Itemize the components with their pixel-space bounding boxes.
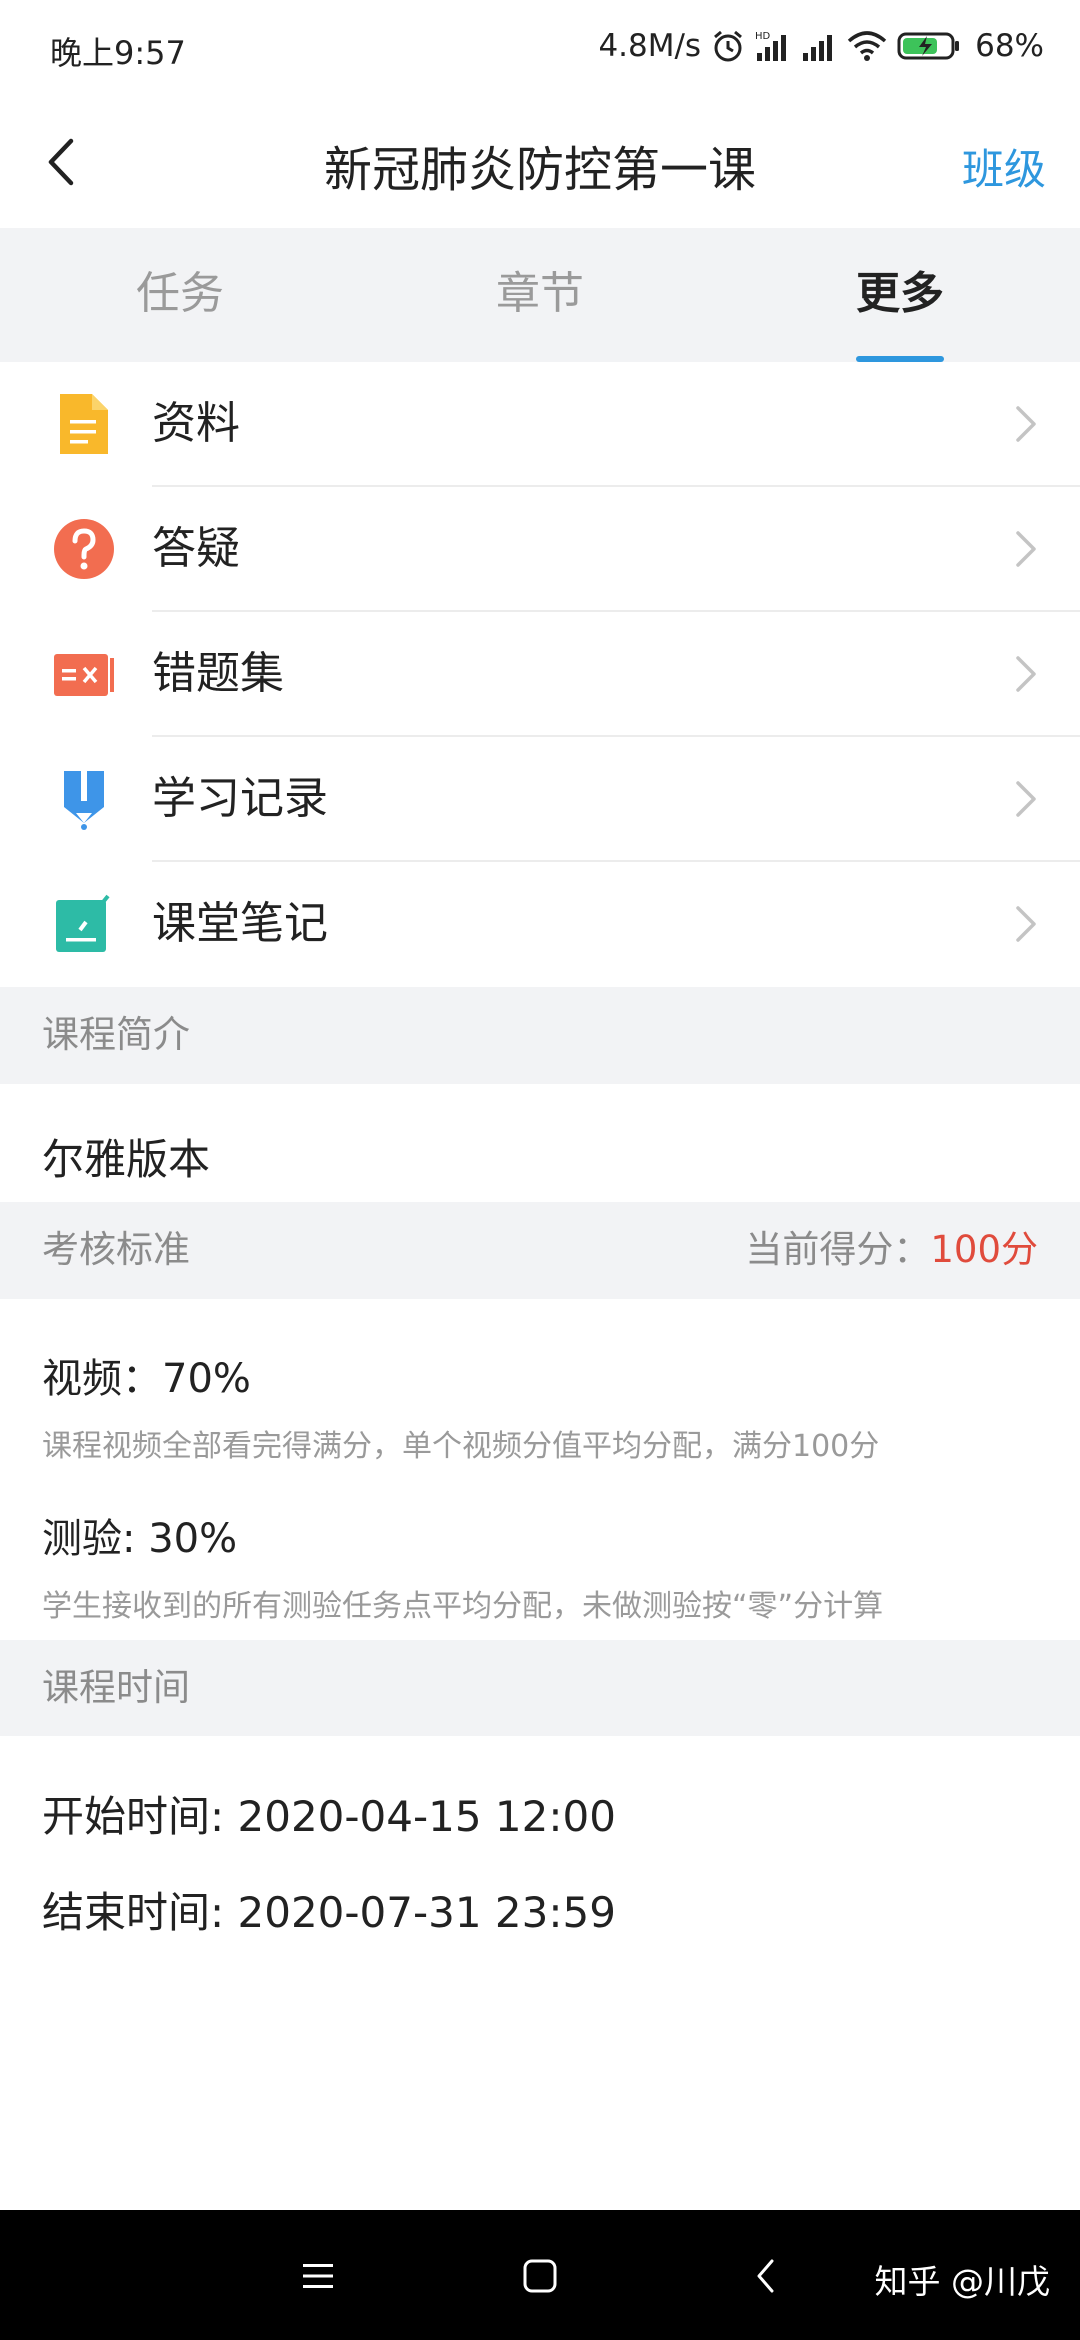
chevron-right-icon — [1016, 531, 1036, 567]
menu-item-label: 资料 — [152, 398, 240, 449]
assessment-quiz-title: 测验: 30% — [42, 1516, 238, 1562]
chevron-right-icon — [1016, 656, 1036, 692]
battery-charging-icon — [897, 31, 961, 61]
back-icon[interactable] — [740, 2250, 792, 2302]
class-link[interactable]: 班级 — [962, 136, 1046, 197]
wifi-icon — [847, 29, 887, 63]
tab-bar: 任务 章节 更多 — [0, 228, 1080, 362]
status-bar: 晚上9:57 4.8M/s HD 68% — [0, 0, 1080, 96]
start-time: 开始时间: 2020-04-15 12:00 — [42, 1792, 616, 1841]
network-speed: 4.8M/s — [598, 28, 702, 64]
tab-label: 任务 — [136, 268, 224, 319]
menu-item-qa[interactable]: 答疑 — [0, 487, 1080, 612]
section-header-assessment: 考核标准 当前得分：100分 — [0, 1202, 1080, 1299]
signal-icon — [801, 29, 837, 63]
section-header-schedule: 课程时间 — [0, 1640, 1080, 1736]
alarm-icon — [711, 29, 745, 63]
menu-item-class-notes[interactable]: 课堂笔记 — [0, 862, 1080, 987]
page-title: 新冠肺炎防控第一课 — [323, 142, 756, 198]
chevron-right-icon — [1016, 406, 1036, 442]
tab-label: 章节 — [496, 268, 584, 319]
tab-more[interactable]: 更多 — [720, 228, 1080, 362]
status-time: 晚上9:57 — [50, 34, 186, 72]
home-icon[interactable] — [514, 2250, 566, 2302]
menu-item-wrong-answers[interactable]: 错题集 — [0, 612, 1080, 737]
status-indicators: 4.8M/s HD 68% — [598, 24, 1044, 68]
section-title: 课程简介 — [42, 1013, 190, 1056]
more-menu-list: 资料 答疑 错题集 学习记录 课堂笔记 — [0, 362, 1080, 987]
question-icon — [54, 519, 114, 579]
menu-item-label: 课堂笔记 — [152, 898, 328, 949]
battery-percent: 68% — [975, 28, 1044, 64]
score-label: 当前得分： — [745, 1228, 931, 1271]
system-nav-bar: 知乎 @川戊 — [0, 2210, 1080, 2340]
menu-item-study-record[interactable]: 学习记录 — [0, 737, 1080, 862]
assessment-quiz-desc: 学生接收到的所有测验任务点平均分配，未做测验按“零”分计算 — [42, 1589, 884, 1624]
tab-label: 更多 — [856, 268, 944, 319]
watermark: 知乎 @川戊 — [874, 2262, 1051, 2301]
tab-chapters[interactable]: 章节 — [360, 228, 720, 362]
chevron-right-icon — [1016, 906, 1036, 942]
score-value: 100分 — [930, 1228, 1038, 1271]
menu-item-label: 学习记录 — [152, 773, 328, 824]
menu-icon[interactable] — [292, 2250, 344, 2302]
menu-item-label: 答疑 — [152, 523, 240, 574]
signal-hd-icon: HD — [755, 29, 791, 63]
current-score: 当前得分：100分 — [745, 1202, 1038, 1298]
end-time: 结束时间: 2020-07-31 23:59 — [42, 1888, 616, 1937]
section-title: 课程时间 — [42, 1666, 190, 1709]
assessment-video-title: 视频：70% — [42, 1356, 251, 1402]
document-icon — [60, 394, 108, 454]
menu-item-materials[interactable]: 资料 — [0, 362, 1080, 487]
chevron-right-icon — [1016, 781, 1036, 817]
section-header-intro: 课程简介 — [0, 987, 1080, 1084]
study-record-icon — [64, 771, 104, 830]
hd-label: HD — [755, 31, 771, 42]
intro-text: 尔雅版本 — [42, 1135, 211, 1184]
wrong-answers-icon — [54, 654, 114, 696]
top-nav-bar: 新冠肺炎防控第一课 班级 — [0, 96, 1080, 228]
notes-icon — [56, 894, 110, 952]
menu-item-label: 错题集 — [152, 648, 284, 699]
assessment-video-desc: 课程视频全部看完得满分，单个视频分值平均分配，满分100分 — [42, 1429, 880, 1464]
tab-tasks[interactable]: 任务 — [0, 228, 360, 362]
section-title: 考核标准 — [42, 1228, 190, 1271]
